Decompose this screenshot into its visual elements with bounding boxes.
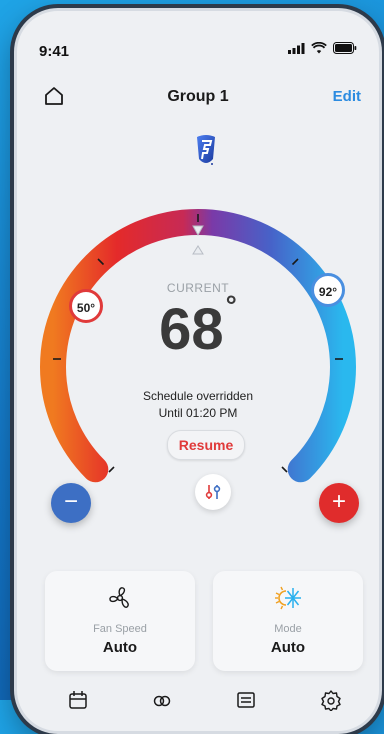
mode-icon-wrap (213, 585, 363, 616)
sliders-icon (205, 485, 221, 499)
resume-button[interactable]: Resume (167, 430, 245, 460)
battery-icon (333, 42, 357, 54)
wifi-icon (311, 42, 327, 54)
status-icons (288, 42, 357, 54)
heat-cool-icon (275, 586, 301, 610)
brand-logo (197, 135, 215, 165)
decrease-temp-button[interactable]: − (51, 483, 91, 523)
tab-bar (17, 683, 379, 713)
fan-speed-value: Auto (102, 639, 138, 656)
app-header: Group 1 Edit (17, 81, 379, 111)
settings-button[interactable] (195, 474, 231, 510)
heat-setpoint-handle[interactable]: 50° (69, 289, 103, 323)
link-icon[interactable] (151, 689, 173, 711)
edit-button[interactable]: Edit (333, 88, 361, 105)
page-title: Group 1 (167, 88, 229, 105)
mode-value: Auto (270, 639, 306, 656)
list-icon[interactable] (235, 689, 257, 711)
status-time: 9:41 (39, 43, 70, 60)
mode-label: Mode (274, 623, 302, 635)
fan-icon-wrap (45, 585, 195, 616)
mode-card[interactable]: Mode Auto (213, 571, 363, 671)
schedule-status: Schedule overridden (142, 389, 254, 403)
cool-setpoint-handle[interactable]: 92° (311, 273, 345, 307)
signal-icon (288, 42, 305, 54)
fan-speed-label: Fan Speed (93, 623, 147, 635)
calendar-icon[interactable] (67, 689, 89, 711)
phone-screen: 9:41 Group 1 Edit CURRENT 68° Schedule o… (14, 8, 382, 734)
current-temp-value: 68 (159, 297, 224, 362)
increase-temp-button[interactable]: + (319, 483, 359, 523)
fan-icon (109, 587, 129, 608)
schedule-until: Until 01:20 PM (158, 406, 238, 420)
gear-icon[interactable] (320, 689, 342, 711)
fan-speed-card[interactable]: Fan Speed Auto (45, 571, 195, 671)
status-bar: 9:41 (17, 11, 379, 60)
degree-symbol: ° (225, 290, 237, 321)
